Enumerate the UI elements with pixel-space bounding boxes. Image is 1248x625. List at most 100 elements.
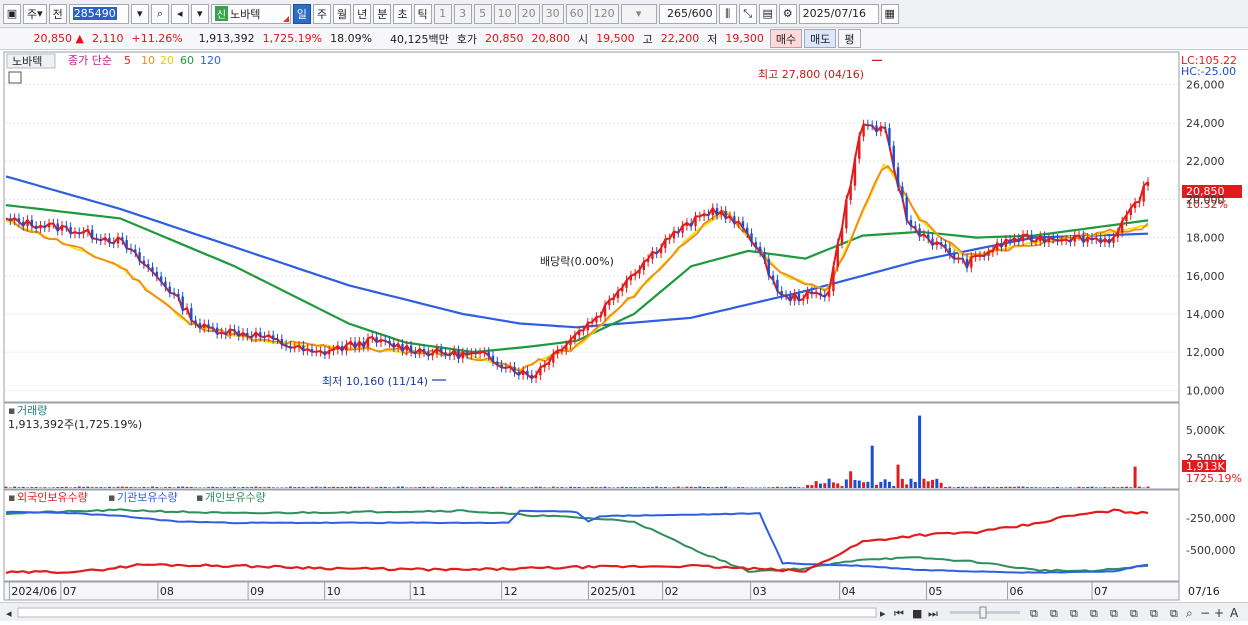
stock-name-field[interactable]: 신노바텍 bbox=[211, 4, 291, 24]
candle-body bbox=[845, 200, 847, 228]
volume-bar bbox=[724, 487, 727, 488]
gear-icon[interactable]: ⚙ bbox=[779, 4, 797, 24]
period-select[interactable]: 주▾ bbox=[23, 4, 47, 24]
tab-tick[interactable]: 틱 bbox=[414, 4, 432, 24]
scroll-right-icon[interactable]: ▸ bbox=[880, 607, 886, 620]
stock-code-input[interactable]: 285490 bbox=[69, 4, 129, 24]
scroll-left-icon[interactable]: ◂ bbox=[6, 607, 12, 620]
calendar-icon[interactable]: ▦ bbox=[881, 4, 899, 24]
candle-body bbox=[268, 335, 270, 337]
save-icon[interactable]: ▤ bbox=[759, 4, 777, 24]
interval-5[interactable]: 5 bbox=[474, 4, 492, 24]
tab-month[interactable]: 월 bbox=[333, 4, 351, 24]
zoom-out-icon[interactable]: − bbox=[1200, 606, 1210, 620]
candle-body bbox=[250, 336, 252, 338]
volume-bar bbox=[875, 485, 878, 488]
candle-body bbox=[242, 333, 244, 336]
volume-bar bbox=[82, 487, 85, 488]
view-icon-5[interactable]: ⧉ bbox=[1110, 607, 1118, 620]
volume-bar bbox=[957, 487, 960, 488]
ma10-legend: 10 bbox=[141, 54, 155, 67]
chart-svg[interactable]: 노바텍 종가 단순 5 10 20 60 120 LC:105.22 HC:-2… bbox=[0, 50, 1248, 602]
interval-20[interactable]: 20 bbox=[518, 4, 540, 24]
interval-custom-select[interactable]: ▾ bbox=[621, 4, 657, 24]
volume-bar bbox=[190, 487, 193, 488]
volume-bar bbox=[448, 487, 451, 488]
volume-bar bbox=[246, 487, 249, 488]
candle-body bbox=[466, 352, 468, 354]
interval-10[interactable]: 10 bbox=[494, 4, 516, 24]
interval-1[interactable]: 1 bbox=[434, 4, 452, 24]
tab-year[interactable]: 년 bbox=[353, 4, 371, 24]
volume-bar bbox=[414, 487, 417, 488]
stop-icon[interactable]: ■ bbox=[912, 607, 922, 620]
horizontal-scrollbar[interactable] bbox=[18, 608, 876, 617]
candle-type-icon[interactable]: ⫼ bbox=[719, 4, 737, 24]
interval-120[interactable]: 120 bbox=[590, 4, 619, 24]
count-field[interactable]: 265/600 bbox=[659, 4, 717, 24]
tab-day[interactable]: 일 bbox=[293, 4, 311, 24]
view-icon-3[interactable]: ⧉ bbox=[1070, 607, 1078, 620]
zoom-search-icon[interactable]: ⌕ bbox=[1186, 606, 1193, 620]
zoom-in-icon[interactable]: + bbox=[1214, 606, 1224, 620]
candle-body bbox=[539, 367, 541, 375]
last-icon[interactable]: ⏭ bbox=[928, 607, 938, 620]
view-icon-1[interactable]: ⧉ bbox=[1030, 607, 1038, 620]
interval-60[interactable]: 60 bbox=[566, 4, 588, 24]
candle-body bbox=[1117, 232, 1119, 237]
first-icon[interactable]: ⏮ bbox=[894, 607, 904, 620]
zoom-slider-thumb[interactable] bbox=[980, 607, 986, 618]
view-icon-2[interactable]: ⧉ bbox=[1050, 607, 1058, 620]
font-size-icon[interactable]: A bbox=[1230, 606, 1239, 620]
candle-body bbox=[854, 159, 856, 186]
stock-title: 노바텍 bbox=[12, 55, 42, 68]
volume-bar bbox=[302, 487, 305, 488]
interval-3[interactable]: 3 bbox=[454, 4, 472, 24]
interval-30[interactable]: 30 bbox=[542, 4, 564, 24]
volume-bar bbox=[1116, 487, 1119, 488]
volume-bar bbox=[793, 487, 796, 488]
candle-body bbox=[841, 228, 843, 243]
list-dropdown-icon[interactable]: ▾ bbox=[191, 4, 209, 24]
view-icon-6[interactable]: ⧉ bbox=[1130, 607, 1138, 620]
crosshair-icon[interactable]: ⤡ bbox=[739, 4, 757, 24]
volume-bar bbox=[698, 487, 701, 488]
candle-body bbox=[647, 259, 649, 262]
turnover-rate: 18.09% bbox=[326, 32, 376, 45]
grid-toggle-icon[interactable] bbox=[9, 72, 21, 83]
volume-bar bbox=[431, 487, 434, 488]
candle-body bbox=[651, 252, 653, 259]
volume-bar bbox=[117, 487, 120, 488]
volume-bar bbox=[759, 487, 762, 488]
candle-body bbox=[884, 127, 886, 128]
candle-body bbox=[940, 242, 942, 244]
candle-body bbox=[785, 295, 787, 296]
volume-bar bbox=[543, 487, 546, 488]
volume-bar bbox=[332, 487, 335, 488]
sell-button[interactable]: 매도 bbox=[804, 29, 836, 48]
layout-icon[interactable]: ▣ bbox=[3, 4, 21, 24]
dropdown-icon[interactable]: ▾ bbox=[131, 4, 149, 24]
eval-button[interactable]: 평 bbox=[838, 29, 860, 48]
view-icon-4[interactable]: ⧉ bbox=[1090, 607, 1098, 620]
view-icon-7[interactable]: ⧉ bbox=[1150, 607, 1158, 620]
candle-body bbox=[194, 320, 196, 323]
candle-body bbox=[720, 211, 722, 215]
candle-body bbox=[548, 363, 550, 365]
volume-bar bbox=[362, 487, 365, 488]
volume-bar bbox=[52, 487, 55, 488]
buy-button[interactable]: 매수 bbox=[770, 29, 802, 48]
chart-area[interactable]: 노바텍 종가 단순 5 10 20 60 120 LC:105.22 HC:-2… bbox=[0, 50, 1248, 602]
date-field[interactable]: 2025/07/16 bbox=[799, 4, 879, 24]
prefix-button[interactable]: 전 bbox=[49, 4, 67, 24]
tab-minute[interactable]: 분 bbox=[373, 4, 391, 24]
tab-second[interactable]: 초 bbox=[393, 4, 411, 24]
volume-bar bbox=[242, 487, 245, 488]
search-icon[interactable]: ⌕ bbox=[151, 4, 169, 24]
tab-week[interactable]: 주 bbox=[313, 4, 331, 24]
candle-body bbox=[371, 337, 373, 338]
speaker-icon[interactable]: ◂ bbox=[171, 4, 189, 24]
candle-body bbox=[255, 332, 257, 337]
volume-bar bbox=[1056, 487, 1059, 488]
view-icon-8[interactable]: ⧉ bbox=[1170, 607, 1178, 620]
